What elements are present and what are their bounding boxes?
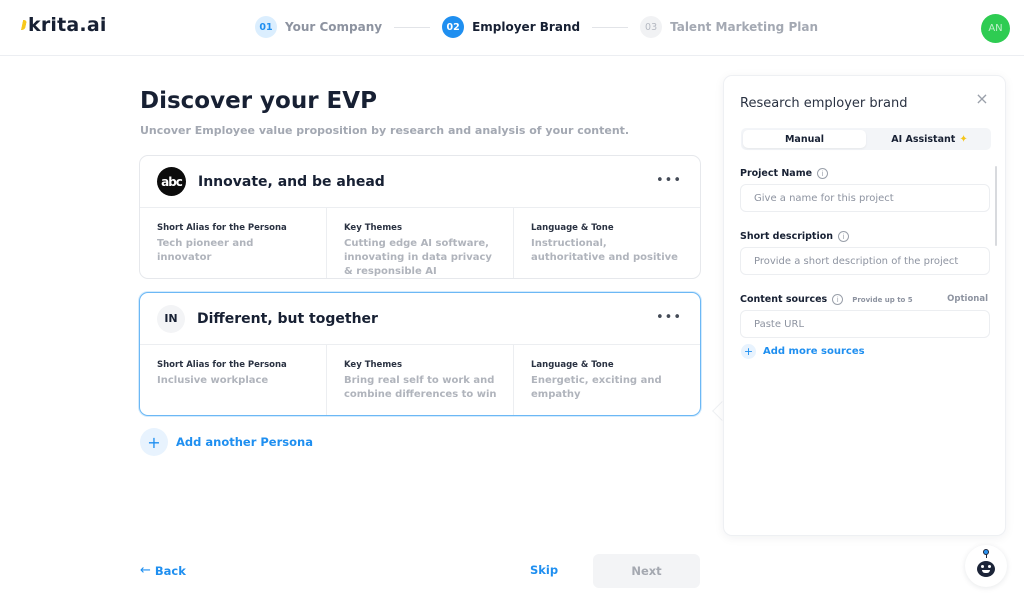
add-persona-button[interactable]: + Add another Persona — [140, 428, 313, 456]
column-label: Language & Tone — [531, 360, 614, 370]
persona-alias-column: Short Alias for the Persona Inclusive wo… — [140, 345, 327, 415]
content-source-url-input[interactable]: Paste URL — [740, 310, 990, 338]
column-value: Bring real self to work and combine diff… — [344, 375, 497, 400]
step-label: Employer Brand — [472, 20, 581, 34]
step-number: 02 — [442, 16, 465, 38]
step-number: 03 — [640, 16, 663, 38]
persona-details: Short Alias for the Persona Inclusive wo… — [140, 345, 700, 415]
robot-icon — [977, 560, 995, 577]
back-button[interactable]: ← Back — [140, 563, 186, 578]
ellipsis-icon[interactable]: ••• — [656, 174, 682, 187]
info-icon[interactable]: i — [838, 231, 850, 242]
step-your-company[interactable]: 01 Your Company — [255, 16, 382, 38]
page-subtitle: Uncover Employee value proposition by re… — [140, 124, 630, 137]
tab-label: Manual — [784, 133, 825, 145]
optional-tag: Optional — [947, 294, 988, 304]
column-label: Language & Tone — [531, 223, 614, 233]
persona-title: Innovate, and be ahead — [198, 173, 385, 190]
persona-title: Different, but together — [197, 310, 378, 327]
persona-card-selected[interactable]: IN Different, but together ••• Short Ali… — [139, 292, 701, 416]
logo-chevron-icon — [16, 18, 24, 32]
info-icon[interactable]: i — [817, 168, 829, 179]
progress-stepper: 01 Your Company 02 Employer Brand 03 Tal… — [255, 16, 818, 38]
column-value: Cutting edge AI software, innovating in … — [344, 238, 492, 277]
persona-themes-column: Key Themes Cutting edge AI software, inn… — [327, 208, 514, 278]
krita-logo[interactable]: krita.ai — [16, 14, 107, 36]
panel-scrollbar[interactable] — [995, 166, 997, 246]
content-sources-label: Content sources i Provide up to 5 — [740, 294, 913, 305]
column-value: Energetic, exciting and empathy — [531, 375, 662, 400]
column-label: Key Themes — [344, 360, 402, 370]
label-text: Content sources — [740, 294, 828, 305]
logo-text: krita.ai — [28, 14, 107, 36]
step-connector — [394, 26, 431, 28]
next-button[interactable]: Next — [593, 554, 700, 588]
step-employer-brand[interactable]: 02 Employer Brand — [442, 16, 580, 38]
persona-themes-column: Key Themes Bring real self to work and c… — [327, 345, 514, 415]
page-title: Discover your EVP — [140, 88, 377, 114]
step-connector — [592, 26, 629, 28]
short-description-input[interactable]: Provide a short description of the proje… — [740, 247, 990, 275]
tab-label: AI Assistant — [891, 133, 956, 145]
skip-button[interactable]: Skip — [530, 563, 558, 577]
persona-card[interactable]: abc Innovate, and be ahead ••• Short Ali… — [139, 155, 701, 279]
plus-icon: + — [140, 428, 168, 456]
plus-icon: + — [741, 344, 756, 359]
step-number: 01 — [255, 16, 277, 38]
user-avatar[interactable]: AN — [981, 14, 1010, 43]
persona-tone-column: Language & Tone Instructional, authorita… — [514, 208, 700, 278]
panel-title: Research employer brand — [740, 96, 908, 111]
tab-ai-assistant[interactable]: AI Assistant ✦ — [868, 128, 991, 150]
column-label: Key Themes — [344, 223, 402, 233]
label-text: Project Name — [740, 168, 813, 179]
column-label: Short Alias for the Persona — [157, 360, 287, 370]
back-label: Back — [154, 563, 186, 578]
column-value: Inclusive workplace — [157, 375, 269, 386]
persona-logo: abc — [157, 167, 186, 196]
column-value: Tech pioneer and innovator — [157, 238, 254, 263]
top-bar: krita.ai 01 Your Company 02 Employer Bra… — [0, 0, 1024, 56]
persona-tone-column: Language & Tone Energetic, exciting and … — [514, 345, 700, 415]
persona-alias-column: Short Alias for the Persona Tech pioneer… — [140, 208, 327, 278]
robot-antenna-icon — [983, 549, 989, 555]
project-name-input[interactable]: Give a name for this project — [740, 184, 990, 212]
project-name-label: Project Name i — [740, 168, 829, 179]
column-value: Instructional, authoritative and positiv… — [531, 238, 678, 263]
persona-details: Short Alias for the Persona Tech pioneer… — [140, 208, 700, 278]
tab-manual[interactable]: Manual — [743, 130, 866, 148]
add-persona-label: Add another Persona — [176, 435, 313, 449]
persona-card-header: IN Different, but together ••• — [140, 293, 700, 345]
add-more-sources-button[interactable]: + Add more sources — [741, 344, 865, 359]
persona-initials: IN — [157, 304, 185, 333]
label-text: Short description — [740, 231, 834, 242]
step-label: Talent Marketing Plan — [670, 20, 818, 34]
arrow-left-icon: ← — [140, 563, 151, 578]
add-more-sources-label: Add more sources — [763, 346, 865, 357]
ellipsis-icon[interactable]: ••• — [656, 311, 682, 324]
column-label: Short Alias for the Persona — [157, 223, 287, 233]
info-icon[interactable]: i — [832, 294, 844, 305]
mode-toggle: Manual AI Assistant ✦ — [741, 128, 991, 150]
persona-card-header: abc Innovate, and be ahead ••• — [140, 156, 700, 208]
step-label: Your Company — [285, 20, 383, 34]
close-icon[interactable]: × — [975, 91, 989, 107]
sparkle-icon: ✦ — [959, 133, 968, 145]
research-panel: Research employer brand × Manual AI Assi… — [723, 75, 1006, 536]
short-description-label: Short description i — [740, 231, 850, 242]
step-talent-marketing-plan[interactable]: 03 Talent Marketing Plan — [640, 16, 818, 38]
content-sources-hint: Provide up to 5 — [852, 295, 913, 304]
